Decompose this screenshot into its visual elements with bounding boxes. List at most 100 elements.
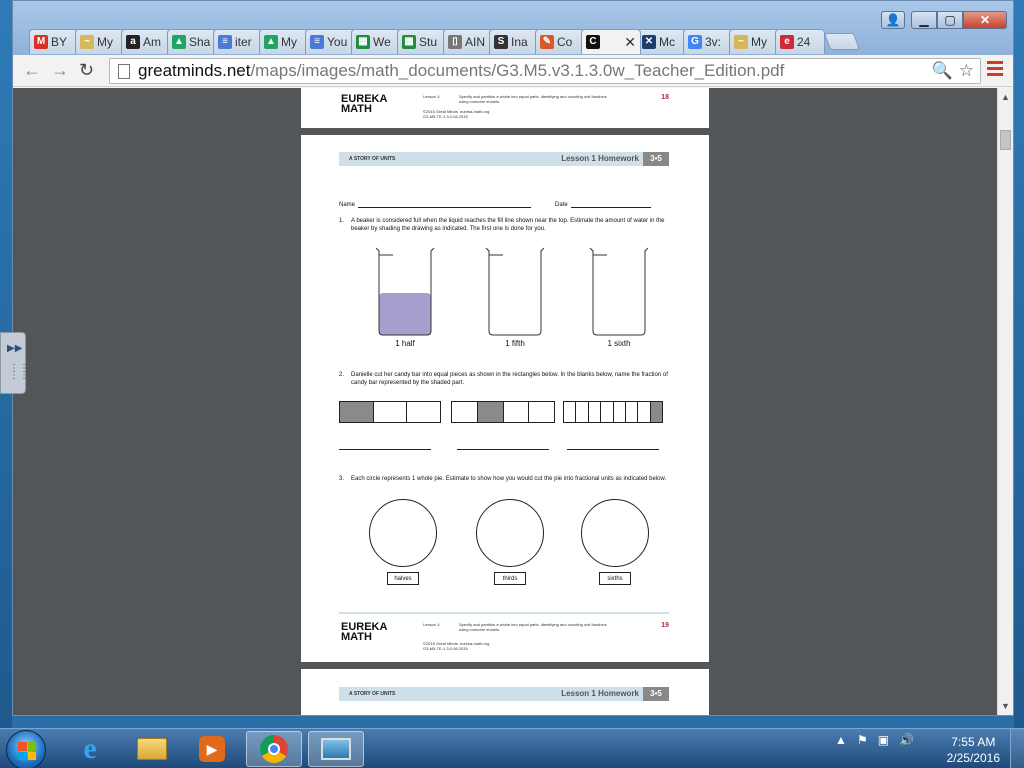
url-host: greatminds.net [138, 61, 251, 80]
browser-tab[interactable]: C ✕ [581, 29, 641, 54]
browser-tab[interactable]: e 24 [775, 29, 825, 54]
beaker-drawing[interactable] [589, 245, 649, 337]
beaker-drawing[interactable] [485, 245, 545, 337]
pie-circle[interactable] [369, 499, 437, 567]
close-window-button[interactable]: ✕ [963, 11, 1007, 29]
lesson-title: Lesson 1 Homework [561, 689, 639, 698]
name-label: Name [339, 202, 356, 208]
scroll-down-arrow-icon[interactable]: ▼ [1001, 701, 1010, 711]
minimize-button[interactable]: ▁ [911, 11, 937, 29]
title-bar: M BY ~ My a Am ▲ Sha ≡ iter ▲ My ≡ You ▦ We ▦ Stu ▯ AIN S Ina… [13, 1, 1013, 55]
beaker-drawing[interactable] [375, 245, 435, 337]
browser-tab[interactable]: ~ My [729, 29, 779, 54]
tab-label: iter [235, 35, 252, 49]
maximize-button[interactable]: ▢ [937, 11, 963, 29]
pdf-page-previous: EUREKA MATH Lesson 1: Specify and partiti… [301, 88, 709, 128]
beaker-label: 1 sixth [607, 339, 631, 348]
browser-tab[interactable]: ≡ You [305, 29, 355, 54]
system-tray: ▲ ⚑ ▣ 🔊 [835, 733, 914, 747]
footer-rule [339, 612, 669, 614]
eureka-math-logo: EUREKA MATH [341, 93, 388, 115]
clock[interactable]: 7:55 AM 2/25/2016 [947, 734, 1000, 766]
tab-label: BY [51, 35, 68, 49]
answer-line [457, 449, 549, 450]
tab-favicon-icon: a [126, 35, 140, 49]
browser-tab[interactable]: G 3v: [683, 29, 733, 54]
network-icon[interactable]: ▣ [878, 733, 889, 747]
tab-label: Co [557, 35, 573, 49]
browser-tab[interactable]: ▯ AIN [443, 29, 493, 54]
zoom-icon[interactable]: 🔍 [932, 61, 953, 81]
tab-favicon-icon: S [494, 35, 508, 49]
browser-tab[interactable]: ~ My [75, 29, 125, 54]
clock-time: 7:55 AM [951, 735, 996, 749]
tab-favicon-icon: ▦ [356, 35, 370, 49]
tab-label: 3v: [705, 35, 722, 49]
taskbar-media-player[interactable]: ▶ [184, 731, 240, 767]
browser-toolbar: ← → ↻ greatminds.net /maps/images/math_d… [13, 55, 1013, 87]
tab-label: Mc [659, 35, 675, 49]
back-button[interactable]: ← [23, 60, 41, 81]
minimize-icon: ▁ [919, 13, 929, 27]
footer-lesson-tag: Lesson 1: [423, 94, 441, 99]
forward-button[interactable]: → [51, 60, 69, 81]
lesson-header: A STORY OF UNITS Lesson 1 Homework 3•5 [339, 152, 669, 166]
footer-code: G3-M5-TE-1.3.0-06.2015 [423, 114, 468, 119]
browser-tab[interactable]: ▦ Stu [397, 29, 447, 54]
q3-number: 3. [339, 476, 345, 482]
vertical-scrollbar[interactable]: ▲ ▼ [997, 88, 1013, 715]
new-tab-button[interactable] [823, 33, 861, 50]
volume-icon[interactable]: 🔊 [899, 733, 914, 747]
scroll-up-arrow-icon[interactable]: ▲ [1001, 92, 1010, 102]
page-icon [118, 63, 130, 79]
show-desktop-button[interactable] [1010, 729, 1024, 768]
action-center-flag-icon[interactable]: ⚑ [857, 733, 868, 747]
chrome-menu-button[interactable] [987, 61, 1003, 79]
clock-date: 2/25/2016 [946, 751, 1000, 765]
q1-number: 1. [339, 218, 345, 224]
bookmark-star-icon[interactable]: ☆ [959, 61, 974, 81]
taskbar-chrome[interactable] [246, 731, 302, 767]
browser-tab[interactable]: M BY [29, 29, 79, 54]
tab-favicon-icon: ≡ [218, 35, 232, 49]
browser-tab[interactable]: ▲ Sha [167, 29, 217, 54]
taskbar-internet-explorer[interactable]: e [62, 731, 118, 767]
tab-favicon-icon: M [34, 35, 48, 49]
tab-close-icon[interactable]: ✕ [624, 34, 636, 51]
pie-circle[interactable] [476, 499, 544, 567]
start-button[interactable] [6, 730, 46, 768]
browser-tab[interactable]: ▲ My [259, 29, 309, 54]
lesson-title: Lesson 1 Homework [561, 154, 639, 163]
pdf-viewer[interactable]: EUREKA MATH Lesson 1: Specify and partiti… [13, 88, 997, 715]
browser-tab[interactable]: a Am [121, 29, 171, 54]
candy-bar-piece-shaded [650, 402, 662, 422]
candy-bar-rectangle [339, 401, 441, 423]
tab-favicon-icon: ~ [80, 35, 94, 49]
beaker-label: 1 fifth [505, 339, 525, 348]
side-panel-handle[interactable]: ▶▶ ⋮⋮ ⋮⋮ [0, 332, 29, 394]
tab-label: AIN [465, 35, 486, 49]
folder-icon [137, 738, 167, 760]
tab-label: My [97, 35, 113, 49]
scroll-thumb[interactable] [1000, 130, 1011, 150]
internet-explorer-icon: e [83, 732, 97, 765]
windows-logo-icon [18, 742, 36, 760]
browser-tab[interactable]: ▦ We [351, 29, 401, 54]
reload-button[interactable]: ↻ [79, 60, 94, 81]
browser-tab[interactable]: ≡ iter [213, 29, 263, 54]
browser-tab[interactable]: S Ina [489, 29, 539, 54]
browser-tab[interactable]: ✎ Co [535, 29, 585, 54]
address-bar[interactable]: greatminds.net /maps/images/math_documen… [109, 58, 981, 84]
taskbar-file-explorer[interactable] [124, 731, 180, 767]
tab-label: You [327, 35, 348, 49]
candy-bar-piece [374, 402, 408, 422]
show-hidden-icons-icon[interactable]: ▲ [835, 733, 847, 747]
chrome-icon [260, 735, 288, 763]
browser-tab[interactable]: ✕ Mc [637, 29, 687, 54]
close-icon: ✕ [979, 13, 991, 27]
taskbar-photo-viewer[interactable] [308, 731, 364, 767]
user-profile-button[interactable]: 👤 [881, 11, 905, 29]
date-line [571, 207, 651, 208]
candy-bar-piece [601, 402, 614, 422]
pie-circle[interactable] [581, 499, 649, 567]
